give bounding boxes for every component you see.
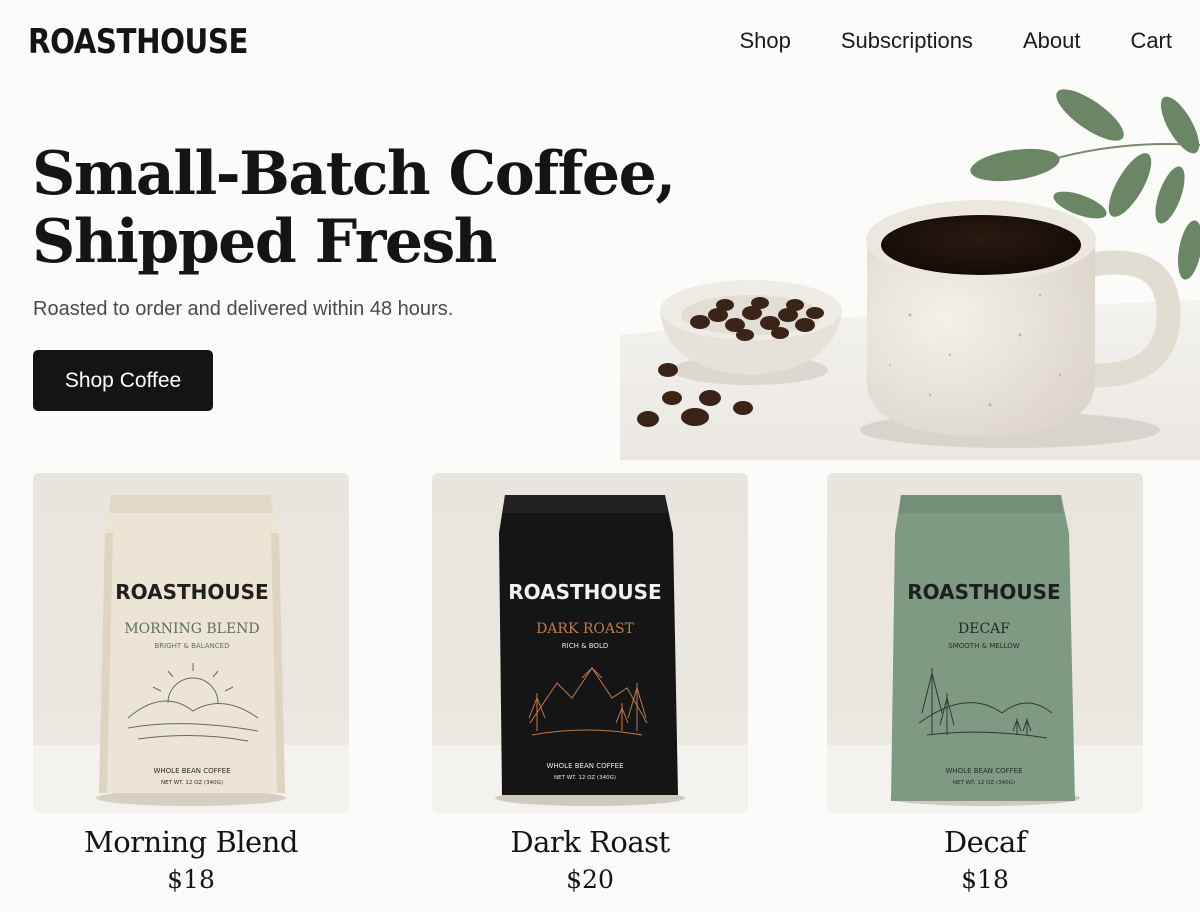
coffee-bag-icon: ROASTHOUSE MORNING BLEND BRIGHT & BALANC… (96, 495, 286, 806)
bag-title-text: DARK ROAST (536, 621, 635, 637)
bag-footer-2: NET WT. 12 OZ (340G) (953, 780, 1015, 786)
bag-footer-2: NET WT. 12 OZ (340G) (161, 780, 223, 786)
bag-tagline-text: RICH & BOLD (562, 642, 608, 650)
coffee-bag-icon: ROASTHOUSE DECAF SMOOTH & MELLOW WHOLE B… (890, 495, 1080, 806)
nav-shop[interactable]: Shop (739, 28, 790, 54)
product-price: $18 (961, 865, 1009, 894)
bag-title-text: DECAF (958, 621, 1010, 637)
main-nav: Shop Subscriptions About Cart (739, 28, 1172, 54)
hero-title: Small-Batch Coffee, Shipped Fresh (32, 139, 676, 277)
product-price: $20 (566, 865, 614, 894)
product-name[interactable]: Morning Blend (33, 825, 349, 859)
bag-brand-text: ROASTHOUSE (115, 580, 268, 604)
hero-title-line-1: Small-Batch Coffee, (32, 139, 676, 209)
product-price: $18 (167, 865, 215, 894)
bag-title-text: MORNING BLEND (124, 621, 259, 637)
product-image-morning-blend[interactable]: ROASTHOUSE MORNING BLEND BRIGHT & BALANC… (33, 473, 349, 813)
product-name[interactable]: Dark Roast (432, 825, 748, 859)
bag-footer-1: WHOLE BEAN COFFEE (546, 762, 623, 770)
coffee-bag-icon: ROASTHOUSE DARK ROAST RICH & BOLD WHOLE … (495, 495, 685, 806)
product-card-morning-blend[interactable]: ROASTHOUSE MORNING BLEND BRIGHT & BALANC… (33, 473, 349, 894)
product-card-decaf[interactable]: ROASTHOUSE DECAF SMOOTH & MELLOW WHOLE B… (827, 473, 1143, 894)
shop-coffee-button[interactable]: Shop Coffee (33, 350, 213, 411)
nav-subscriptions[interactable]: Subscriptions (841, 28, 973, 54)
bag-brand-text: ROASTHOUSE (907, 580, 1060, 604)
bag-tagline-text: BRIGHT & BALANCED (155, 642, 230, 650)
nav-cart[interactable]: Cart (1130, 28, 1172, 54)
bag-brand-text: ROASTHOUSE (508, 580, 661, 604)
hero-title-line-2: Shipped Fresh (32, 207, 497, 277)
bag-footer-2: NET WT. 12 OZ (340G) (554, 775, 616, 781)
product-image-decaf[interactable]: ROASTHOUSE DECAF SMOOTH & MELLOW WHOLE B… (827, 473, 1143, 813)
hero-subtitle: Roasted to order and delivered within 48… (33, 298, 454, 320)
hero-coffee-image (620, 89, 1200, 460)
site-logo[interactable]: ROASTHOUSE (28, 22, 248, 62)
bag-tagline-text: SMOOTH & MELLOW (948, 642, 1019, 650)
bag-footer-1: WHOLE BEAN COFFEE (153, 767, 230, 775)
bag-footer-1: WHOLE BEAN COFFEE (945, 767, 1022, 775)
nav-about[interactable]: About (1023, 28, 1081, 54)
product-card-dark-roast[interactable]: ROASTHOUSE DARK ROAST RICH & BOLD WHOLE … (432, 473, 748, 894)
product-name[interactable]: Decaf (827, 825, 1143, 859)
product-image-dark-roast[interactable]: ROASTHOUSE DARK ROAST RICH & BOLD WHOLE … (432, 473, 748, 813)
